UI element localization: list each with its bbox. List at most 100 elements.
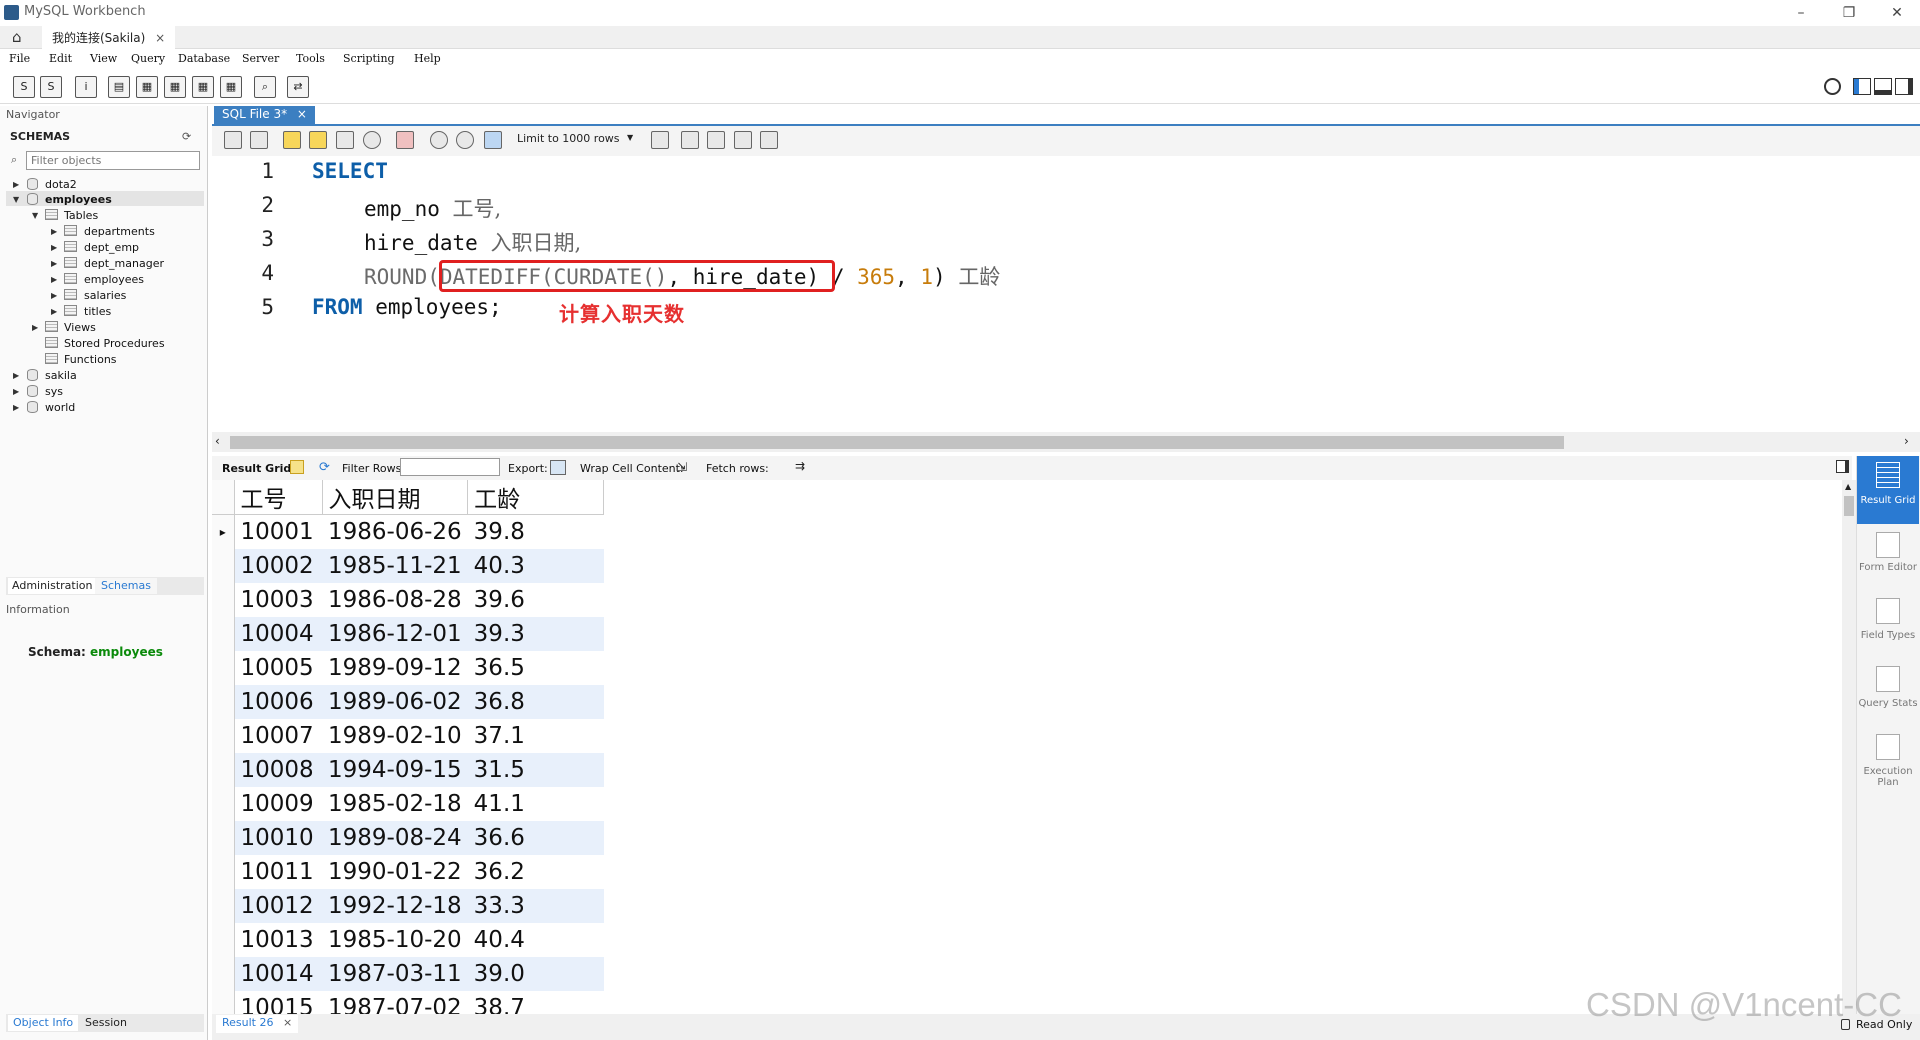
search-table-data-icon[interactable]: ⌕ (254, 76, 276, 98)
tree-stored-procedures[interactable]: Stored Procedures (64, 337, 165, 350)
table-cell[interactable]: 1986-12-01 (322, 616, 468, 651)
open-file-icon[interactable] (224, 131, 242, 149)
vertical-scrollbar[interactable] (1842, 480, 1856, 1014)
explain-icon[interactable] (336, 131, 354, 149)
menu-tools[interactable]: Tools (296, 52, 325, 65)
invisible-chars-icon[interactable] (734, 131, 752, 149)
table-row[interactable]: 10011 1990-01-22 36.2 (212, 854, 604, 889)
table-cell[interactable]: 10014 (234, 956, 322, 991)
table-cell[interactable]: 10008 (234, 752, 322, 787)
beautify-icon[interactable] (681, 131, 699, 149)
scroll-left-icon[interactable]: ‹ (215, 434, 220, 448)
sql-file-tab[interactable]: SQL File 3* × (214, 106, 315, 124)
table-cell[interactable]: 40.4 (468, 923, 604, 957)
collapse-icon[interactable]: ▼ (13, 195, 19, 204)
export-icon[interactable] (550, 460, 566, 475)
tab-object-info[interactable]: Object Info (8, 1015, 79, 1031)
table-cell[interactable]: 1994-09-15 (322, 752, 468, 787)
table-cell[interactable]: 10002 (234, 548, 322, 583)
table-departments[interactable]: departments (84, 225, 155, 238)
row-header[interactable] (212, 684, 235, 719)
table-cell[interactable]: 39.6 (468, 583, 604, 617)
table-cell[interactable]: 10006 (234, 684, 322, 719)
table-cell[interactable]: 10012 (234, 888, 322, 923)
toggle-sidebar-icon[interactable] (1853, 78, 1871, 95)
expand-icon[interactable]: ▶ (13, 180, 19, 189)
table-row[interactable]: 10003 1986-08-28 39.6 (212, 582, 604, 617)
column-header[interactable]: 工龄 (467, 480, 605, 515)
tree-views[interactable]: Views (64, 321, 96, 334)
rollback-icon[interactable] (456, 131, 474, 149)
close-icon[interactable]: × (297, 107, 307, 121)
table-row[interactable]: ▸ 10001 1986-06-26 39.8 (212, 514, 604, 549)
table-dept-manager[interactable]: dept_manager (84, 257, 164, 270)
save-icon[interactable] (250, 131, 268, 149)
close-icon[interactable]: × (155, 31, 165, 45)
table-cell[interactable]: 36.2 (468, 855, 604, 889)
scroll-right-icon[interactable]: › (1904, 434, 1909, 448)
column-header[interactable]: 工号 (234, 480, 323, 515)
create-schema-icon[interactable]: ▤ (108, 76, 130, 98)
tree-tables[interactable]: Tables (64, 209, 98, 222)
form-editor-label[interactable]: Form Editor (1857, 562, 1919, 573)
row-header[interactable] (212, 582, 235, 617)
schema-dota2[interactable]: dota2 (45, 178, 77, 191)
create-view-icon[interactable]: ▦ (164, 76, 186, 98)
menu-file[interactable]: File (9, 52, 30, 65)
table-cell[interactable]: 1987-07-02 (322, 991, 468, 1015)
table-row[interactable]: 10006 1989-06-02 36.8 (212, 684, 604, 719)
table-cell[interactable]: 1986-06-26 (322, 515, 468, 549)
row-header[interactable] (212, 990, 235, 1014)
expand-icon[interactable]: ▶ (32, 323, 38, 332)
field-types-icon[interactable] (1876, 598, 1900, 624)
table-cell[interactable]: 31.5 (467, 752, 604, 787)
menu-help[interactable]: Help (414, 52, 441, 65)
table-cell[interactable]: 1985-11-21 (322, 548, 468, 583)
result-tab[interactable]: Result 26 × (216, 1015, 299, 1033)
expand-icon[interactable]: ▶ (51, 307, 57, 316)
toggle-secondary-sidebar-icon[interactable] (1895, 78, 1913, 95)
table-row[interactable]: 10012 1992-12-18 33.3 (212, 888, 604, 923)
table-cell[interactable]: 36.6 (467, 820, 604, 855)
table-row[interactable]: 10013 1985-10-20 40.4 (212, 922, 604, 957)
toggle-error-icon[interactable] (396, 131, 414, 149)
table-cell[interactable]: 38.7 (468, 991, 604, 1015)
table-cell[interactable]: 39.8 (468, 515, 604, 549)
table-cell[interactable]: 33.3 (467, 888, 604, 923)
tab-session[interactable]: Session (80, 1015, 132, 1031)
table-cell[interactable]: 10010 (234, 820, 322, 855)
form-editor-icon[interactable] (1876, 532, 1900, 558)
expand-icon[interactable]: ▶ (13, 371, 19, 380)
fetch-next-icon[interactable]: ⇉ (795, 459, 805, 473)
expand-icon[interactable]: ▶ (51, 259, 57, 268)
create-procedure-icon[interactable]: ▦ (192, 76, 214, 98)
table-cell[interactable]: 1992-12-18 (322, 888, 468, 923)
toggle-output-icon[interactable] (1874, 78, 1892, 95)
table-cell[interactable]: 1985-10-20 (322, 923, 468, 957)
table-cell[interactable]: 10013 (234, 923, 322, 957)
result-grid[interactable]: 工号 入职日期 工龄 ▸ 10001 1986-06-26 39.8 10002 1985… (212, 480, 1842, 1014)
table-cell[interactable]: 36.5 (468, 651, 604, 685)
find-icon[interactable] (707, 131, 725, 149)
table-row[interactable]: 10007 1989-02-10 37.1 (212, 718, 604, 753)
schema-world[interactable]: world (45, 401, 75, 414)
table-cell[interactable]: 1987-03-11 (322, 956, 468, 991)
table-dept-emp[interactable]: dept_emp (84, 241, 139, 254)
table-row[interactable]: 10014 1987-03-11 39.0 (212, 956, 604, 991)
add-snippet-icon[interactable] (651, 131, 669, 149)
filter-rows-input[interactable] (400, 458, 500, 476)
table-cell[interactable]: 10003 (234, 583, 322, 617)
current-row-marker[interactable]: ▸ (212, 514, 235, 549)
row-header[interactable] (212, 752, 235, 787)
table-row[interactable]: 10009 1985-02-18 41.1 (212, 786, 604, 821)
commit-icon[interactable] (430, 131, 448, 149)
tab-administration[interactable]: Administration (8, 578, 97, 594)
table-cell[interactable]: 1989-09-12 (322, 651, 468, 685)
execute-statement-icon[interactable] (309, 131, 327, 149)
filter-objects-input[interactable] (26, 151, 200, 170)
schema-sys[interactable]: sys (45, 385, 63, 398)
close-icon[interactable]: × (283, 1016, 292, 1029)
row-header[interactable] (212, 718, 235, 753)
wrap-lines-icon[interactable] (760, 131, 778, 149)
expand-icon[interactable]: ▶ (51, 227, 57, 236)
